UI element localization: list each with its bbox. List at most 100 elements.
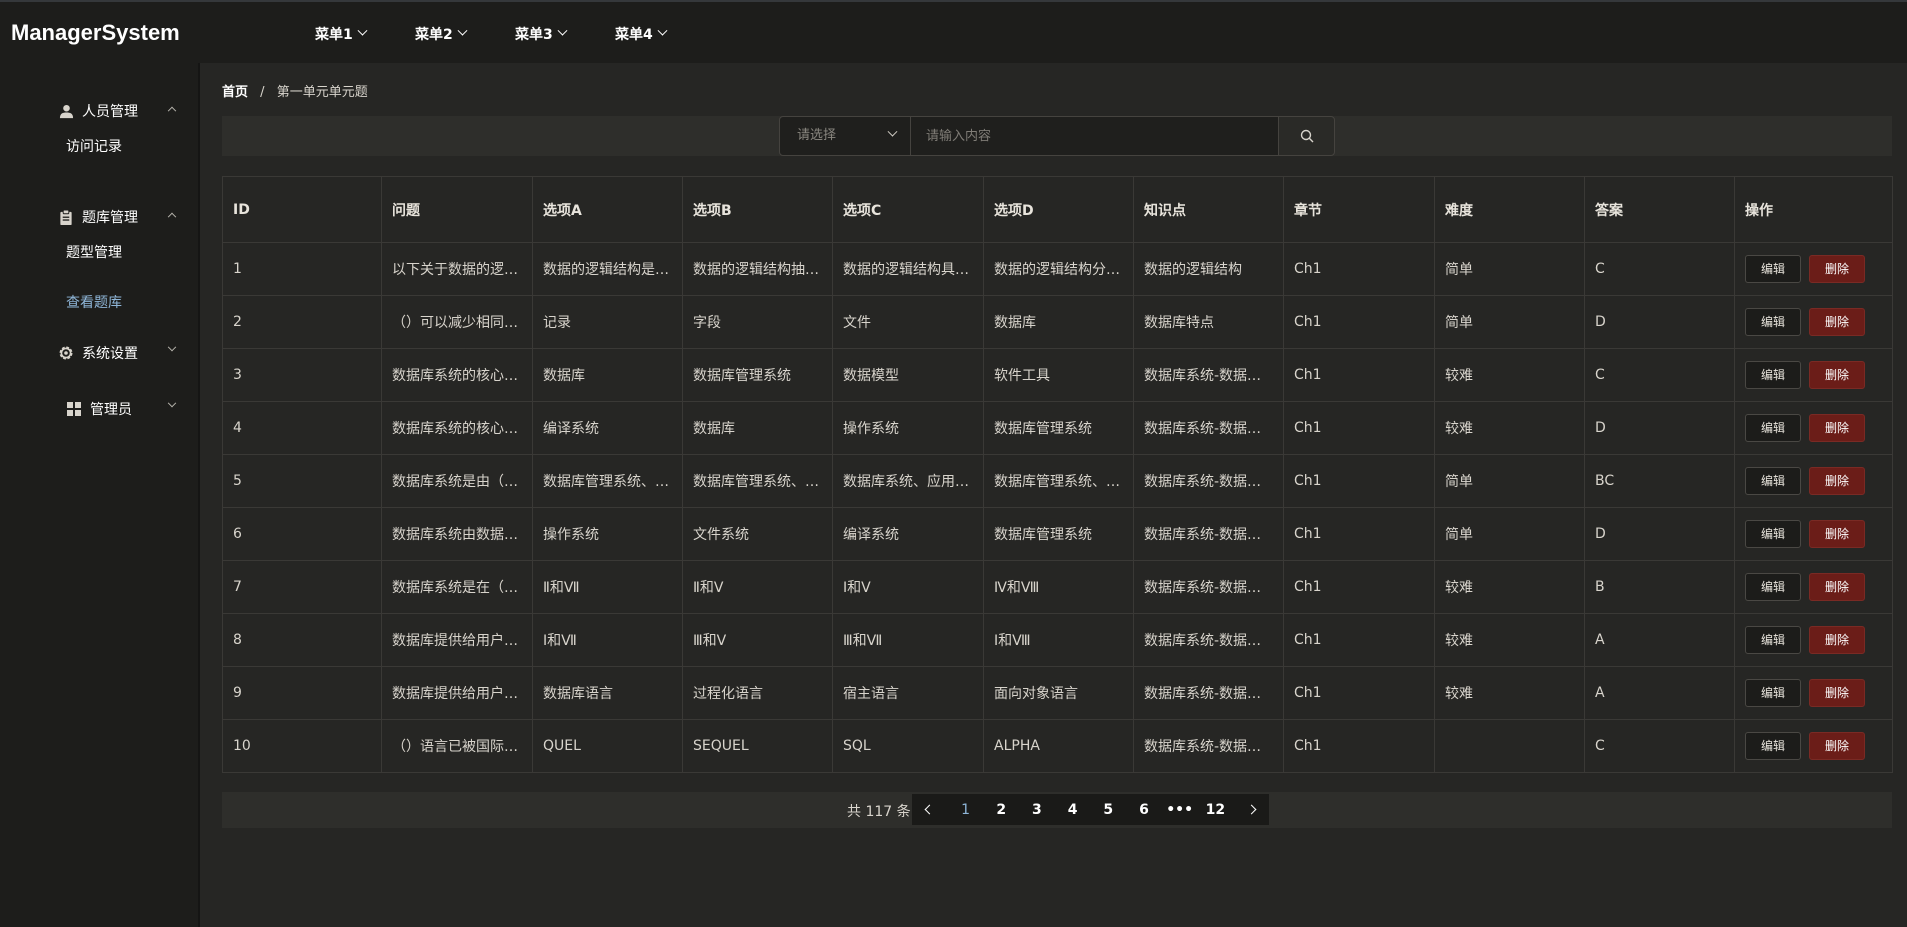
table-cell: 数据库系统-数据… (1133, 613, 1284, 667)
table-cell: C (1584, 348, 1735, 402)
search-select[interactable]: 请选择 (779, 116, 911, 156)
edit-button[interactable]: 编辑 (1745, 732, 1801, 760)
edit-button[interactable]: 编辑 (1745, 255, 1801, 283)
table-cell: 过程化语言 (682, 666, 833, 720)
sidebar-group-admin[interactable]: 管理员 (0, 389, 198, 429)
edit-button[interactable]: 编辑 (1745, 361, 1801, 389)
breadcrumb-home[interactable]: 首页 (222, 85, 248, 100)
edit-button[interactable]: 编辑 (1745, 520, 1801, 548)
top-menu-item-4[interactable]: 菜单4 (615, 2, 715, 65)
delete-button[interactable]: 删除 (1809, 361, 1865, 389)
table-cell: Ch1 (1283, 454, 1435, 508)
next-page-button[interactable] (1233, 794, 1269, 825)
page-button[interactable]: 6 (1126, 794, 1162, 825)
table-row: 5 数据库系统是由（… 数据库管理系统、… 数据库管理系统、… 数据库系统、应用… 数据库… (222, 454, 1893, 508)
table-row: 1 以下关于数据的逻… 数据的逻辑结构是… 数据的逻辑结构抽… 数据的逻辑结构具… 数据的… (222, 242, 1893, 296)
chevron-down-icon (887, 126, 898, 137)
actions-cell: 编辑 删除 (1734, 613, 1893, 667)
table-cell: 数据库 (983, 295, 1134, 349)
page-button[interactable]: 12 (1198, 794, 1234, 825)
table-cell: 数据库系统-数据… (1133, 666, 1284, 720)
search-input[interactable] (910, 116, 1279, 156)
edit-button[interactable]: 编辑 (1745, 467, 1801, 495)
sidebar-group-personnel[interactable]: 人员管理 (0, 91, 198, 131)
actions-cell: 编辑 删除 (1734, 719, 1893, 773)
user-icon (58, 103, 74, 119)
table-cell: 字段 (682, 295, 833, 349)
table-cell: SQL (832, 719, 984, 773)
chevron-up-icon (167, 212, 177, 222)
page-button[interactable]: 4 (1055, 794, 1091, 825)
delete-button[interactable]: 删除 (1809, 520, 1865, 548)
column-header: 知识点 (1133, 176, 1284, 243)
delete-button[interactable]: 删除 (1809, 679, 1865, 707)
top-menu-item-1[interactable]: 菜单1 (315, 2, 415, 65)
delete-button[interactable]: 删除 (1809, 255, 1865, 283)
page-ellipsis[interactable]: ••• (1162, 794, 1198, 825)
edit-button[interactable]: 编辑 (1745, 573, 1801, 601)
table-cell: C (1584, 242, 1735, 296)
edit-button[interactable]: 编辑 (1745, 414, 1801, 442)
edit-button[interactable]: 编辑 (1745, 308, 1801, 336)
delete-button[interactable]: 删除 (1809, 626, 1865, 654)
sidebar-group-settings[interactable]: 系统设置 (0, 333, 198, 373)
table-cell: 较难 (1434, 666, 1585, 720)
table-cell: 编译系统 (532, 401, 683, 455)
sidebar-item-question-types[interactable]: 题型管理 (66, 242, 122, 262)
table-cell: D (1584, 507, 1735, 561)
table-cell: 数据库系统的核心… (381, 348, 533, 402)
top-menu-item-3[interactable]: 菜单3 (515, 2, 615, 65)
delete-button[interactable]: 删除 (1809, 308, 1865, 336)
search-button[interactable] (1278, 116, 1335, 156)
delete-button[interactable]: 删除 (1809, 573, 1865, 601)
table-cell: 数据库提供给用户… (381, 613, 533, 667)
pagination-controls: 1 2 3 4 5 6 ••• 12 (912, 794, 1269, 825)
table-cell: 6 (222, 507, 382, 561)
table-cell: 数据库 (682, 401, 833, 455)
table-cell: 数据库系统-数据… (1133, 719, 1284, 773)
table-cell: 数据库管理系统、… (983, 454, 1134, 508)
page-button[interactable]: 3 (1019, 794, 1055, 825)
actions-cell: 编辑 删除 (1734, 295, 1893, 349)
table-cell: 9 (222, 666, 382, 720)
sidebar-group-question-bank[interactable]: 题库管理 (0, 197, 198, 237)
page-button[interactable]: 2 (983, 794, 1019, 825)
column-header: 选项C (832, 176, 984, 243)
breadcrumb: 首页 / 第一单元单元题 (222, 81, 368, 100)
table-cell: 数据库管理系统 (682, 348, 833, 402)
actions-cell: 编辑 删除 (1734, 348, 1893, 402)
page-button[interactable]: 1 (948, 794, 984, 825)
table-row: 6 数据库系统由数据… 操作系统 文件系统 编译系统 数据库管理系统 数据库系统-数据… Ch… (222, 507, 1893, 561)
top-navbar: ManagerSystem 菜单1 菜单2 菜单3 菜单4 (0, 0, 1907, 63)
breadcrumb-current: 第一单元单元题 (276, 85, 368, 100)
search-select-placeholder: 请选择 (797, 128, 837, 143)
column-header: ID (222, 176, 382, 243)
table-cell: A (1584, 613, 1735, 667)
delete-button[interactable]: 删除 (1809, 732, 1865, 760)
chevron-down-icon (557, 25, 568, 36)
column-header: 问题 (381, 176, 533, 243)
prev-page-button[interactable] (912, 794, 948, 825)
delete-button[interactable]: 删除 (1809, 467, 1865, 495)
top-menu-label: 菜单1 (315, 26, 353, 43)
table-cell: Ch1 (1283, 401, 1435, 455)
sidebar-item-view-bank[interactable]: 查看题库 (66, 292, 122, 312)
table-row: 4 数据库系统的核心… 编译系统 数据库 操作系统 数据库管理系统 数据库系统-数据… Ch1… (222, 401, 1893, 455)
table-cell: 数据模型 (832, 348, 984, 402)
delete-button[interactable]: 删除 (1809, 414, 1865, 442)
table-row: 10 （）语言已被国际… QUEL SEQUEL SQL ALPHA 数据库系统-数据… Ch… (222, 719, 1893, 773)
table-cell: 编译系统 (832, 507, 984, 561)
table-cell: 数据库管理系统、… (682, 454, 833, 508)
edit-button[interactable]: 编辑 (1745, 679, 1801, 707)
top-menu-item-2[interactable]: 菜单2 (415, 2, 515, 65)
top-menu-label: 菜单2 (415, 26, 453, 43)
table-cell: 1 (222, 242, 382, 296)
table-header-row: ID 问题 选项A 选项B 选项C 选项D 知识点 章节 难度 答案 操作 (222, 176, 1893, 243)
column-header: 操作 (1734, 176, 1893, 243)
table-cell: D (1584, 401, 1735, 455)
sidebar-item-visit-log[interactable]: 访问记录 (66, 136, 122, 156)
page-button[interactable]: 5 (1090, 794, 1126, 825)
table-row: 3 数据库系统的核心… 数据库 数据库管理系统 数据模型 软件工具 数据库系统-数据… Ch1… (222, 348, 1893, 402)
edit-button[interactable]: 编辑 (1745, 626, 1801, 654)
table-cell: 4 (222, 401, 382, 455)
